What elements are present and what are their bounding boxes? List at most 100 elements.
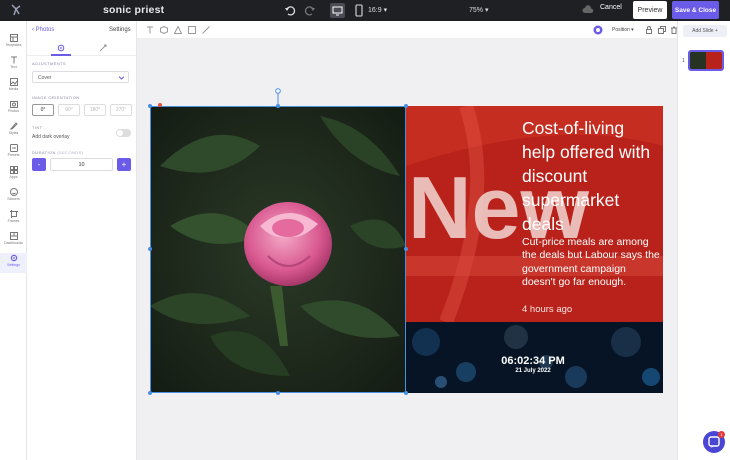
resize-handle-bl[interactable]: [148, 391, 152, 395]
orientation-heading: IMAGE ORIENTATION: [32, 95, 80, 100]
desktop-view-icon[interactable]: [330, 3, 345, 18]
flower-photo[interactable]: [150, 106, 406, 393]
resize-handle-r[interactable]: [404, 247, 408, 251]
thumb-right: [706, 52, 722, 69]
rail-label: Media: [8, 87, 19, 91]
news-timestamp: 4 hours ago: [522, 304, 573, 315]
rail-settings[interactable]: Settings: [0, 253, 27, 273]
left-rail: Templates Text Media Photos Styles Prese…: [0, 21, 27, 460]
thumb-left: [690, 52, 706, 69]
resize-handle-tl[interactable]: [148, 104, 152, 108]
rail-label: Dashboards: [4, 241, 23, 245]
triangle-tool-icon[interactable]: [174, 26, 182, 34]
rotate-180-button[interactable]: 180°: [84, 104, 106, 116]
rail-media[interactable]: Media: [0, 77, 27, 97]
text-tool-icon[interactable]: [146, 26, 154, 34]
resize-handle-b[interactable]: [276, 391, 280, 395]
slide-number: 1: [682, 58, 685, 64]
rail-label: Presets: [7, 153, 20, 157]
redo-icon[interactable]: [303, 4, 316, 17]
cloud-saved-icon: [582, 5, 594, 13]
media-icon: [9, 78, 18, 86]
slide-thumbnail[interactable]: [688, 50, 724, 71]
resize-handle-br[interactable]: [404, 391, 408, 395]
add-slide-button[interactable]: Add Slide +: [683, 25, 727, 37]
rail-presets[interactable]: Presets: [0, 143, 27, 163]
color-picker-icon[interactable]: [593, 25, 603, 35]
adjustments-heading: ADJUSTMENTS: [32, 61, 66, 66]
rail-stickers[interactable]: Stickers: [0, 187, 27, 207]
dark-overlay-toggle[interactable]: [116, 129, 131, 137]
rail-text[interactable]: Text: [0, 55, 27, 75]
settings-gear-icon: [10, 254, 17, 262]
notification-badge: 1: [718, 431, 725, 438]
fit-select[interactable]: Cover: [32, 71, 129, 83]
clock-time: 06:02:34 PM: [501, 355, 565, 367]
rail-label: Styles: [8, 131, 19, 135]
chevron-down-icon: [119, 76, 124, 80]
aspect-ratio-select[interactable]: 16:9 ▾: [368, 6, 387, 14]
lock-icon[interactable]: [645, 26, 653, 34]
cancel-button[interactable]: Cancel: [600, 4, 622, 11]
rail-frames[interactable]: Frames: [0, 209, 27, 229]
rotate-0-button[interactable]: 0°: [32, 104, 54, 116]
hexagon-tool-icon[interactable]: [160, 26, 168, 34]
resize-handle-t[interactable]: [276, 104, 280, 108]
rail-templates[interactable]: Templates: [0, 33, 27, 53]
position-dropdown[interactable]: Position ▾: [612, 27, 634, 33]
delete-dot-icon[interactable]: [158, 103, 162, 107]
templates-icon: [9, 34, 18, 42]
rail-apps[interactable]: Apps: [0, 165, 27, 185]
project-title[interactable]: sonic priest: [103, 4, 164, 16]
back-to-photos-link[interactable]: ‹ Photos: [32, 27, 54, 33]
rail-label: Text: [10, 65, 17, 69]
settings-panel: ‹ Photos Settings ADJUSTMENTS Cover IMAG…: [27, 21, 137, 460]
styles-icon: [9, 122, 18, 130]
panel-title: Settings: [109, 27, 131, 33]
duration-heading: DURATION (SECONDS): [32, 150, 84, 155]
settings-tab-gear-icon[interactable]: [57, 44, 65, 52]
tint-heading: TINT: [32, 125, 43, 130]
peony-image: [150, 106, 406, 393]
tab-selected-indicator: [51, 54, 71, 56]
photos-icon: [9, 101, 18, 108]
rail-styles[interactable]: Styles: [0, 121, 27, 141]
stickers-icon: [9, 188, 18, 196]
rail-label: Photos: [8, 109, 19, 113]
dark-overlay-label: Add dark overlay: [32, 134, 70, 140]
frames-icon: [9, 210, 18, 218]
save-close-button[interactable]: Save & Close: [672, 1, 719, 19]
rail-label: Stickers: [7, 197, 20, 201]
rail-dashboards[interactable]: Dashboards: [0, 231, 27, 251]
line-tool-icon[interactable]: [202, 26, 210, 34]
undo-icon[interactable]: [284, 4, 297, 17]
apps-icon: [9, 166, 18, 174]
dashboards-icon: [9, 232, 18, 240]
duration-plus-button[interactable]: +: [117, 158, 131, 171]
rotate-270-button[interactable]: 270°: [110, 104, 132, 116]
preview-button[interactable]: Preview: [633, 1, 667, 19]
top-bar: sonic priest 16:9 ▾ 75% ▾ Cancel Preview…: [0, 0, 730, 21]
news-headline: Cost-of-living help offered with discoun…: [522, 118, 651, 234]
panel-tabs: [27, 40, 137, 56]
rotate-90-button[interactable]: 90°: [58, 104, 80, 116]
app-logo-icon[interactable]: [9, 3, 23, 17]
presets-icon: [9, 144, 18, 152]
duration-minus-button[interactable]: -: [32, 158, 46, 171]
text-icon: [10, 56, 17, 64]
duplicate-icon[interactable]: [658, 26, 666, 34]
mobile-view-icon[interactable]: [352, 4, 365, 17]
rail-photos[interactable]: Photos: [0, 99, 27, 119]
element-toolbar: Position ▾: [137, 21, 677, 39]
resize-handle-tr[interactable]: [404, 104, 408, 108]
rail-label: Frames: [7, 219, 20, 223]
duration-input[interactable]: 10: [50, 158, 113, 171]
rail-label: Apps: [9, 175, 18, 179]
zoom-select[interactable]: 75% ▾: [469, 6, 488, 14]
rectangle-tool-icon[interactable]: [188, 26, 196, 34]
slides-panel: Add Slide + 1: [677, 21, 730, 460]
rail-label: Templates: [5, 43, 22, 47]
clock-date: 21 July 2022: [515, 368, 551, 374]
resize-handle-l[interactable]: [148, 247, 152, 251]
animation-tab-icon[interactable]: [99, 44, 107, 52]
